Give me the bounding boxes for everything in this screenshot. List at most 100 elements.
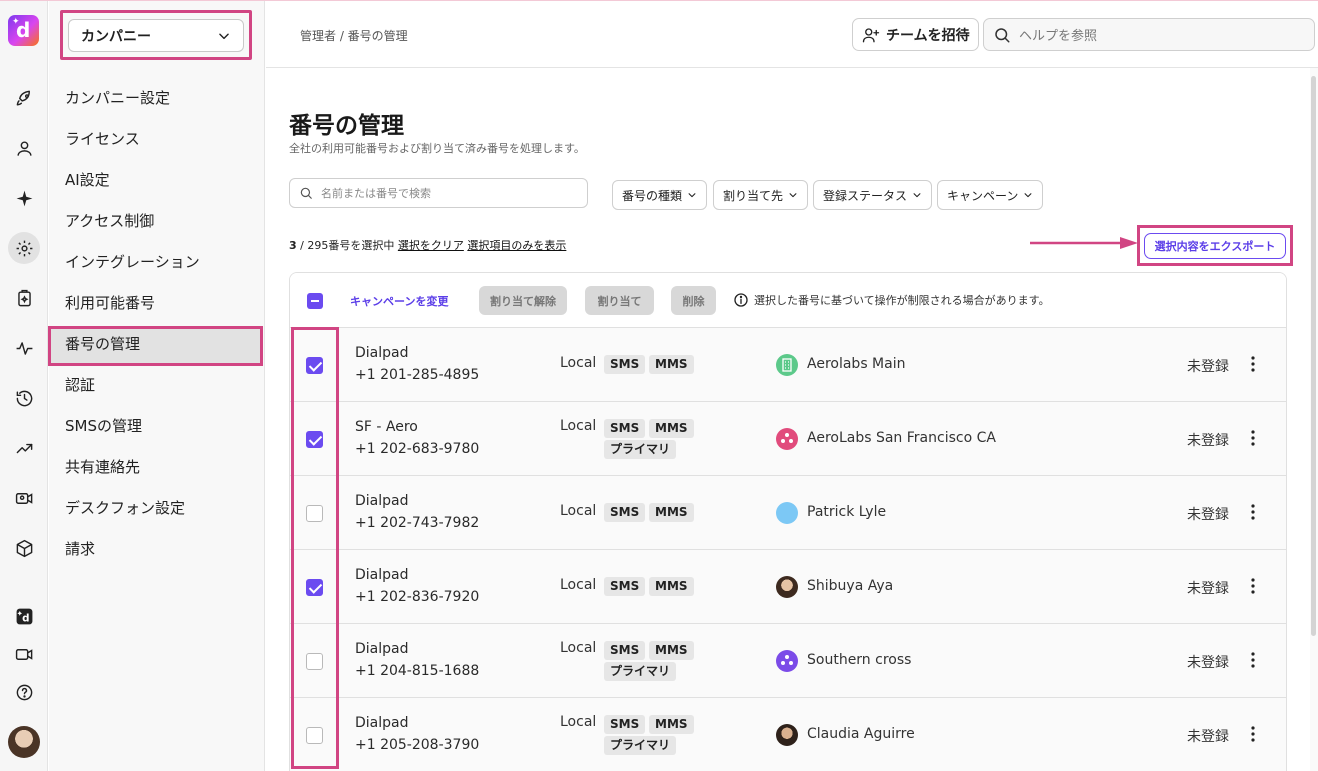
more-vertical-icon[interactable]: [1245, 429, 1261, 447]
dialpad-app-icon[interactable]: d: [8, 600, 40, 632]
more-vertical-icon[interactable]: [1245, 725, 1261, 743]
sidebar-item-authentication[interactable]: 認証: [65, 374, 95, 396]
sidebar-item-company-settings[interactable]: カンパニー設定: [65, 87, 170, 109]
mms-badge: MMS: [649, 577, 694, 596]
dialpad-logo-icon[interactable]: ✦ d: [8, 15, 39, 46]
history-icon[interactable]: [8, 382, 40, 414]
invite-team-button[interactable]: チームを招待: [852, 18, 979, 51]
number-search-input[interactable]: 名前または番号で検索: [289, 178, 588, 208]
primary-badge: プライマリ: [604, 736, 677, 755]
row-type: Local: [560, 418, 597, 434]
avatar[interactable]: [8, 726, 40, 758]
video-camera-icon[interactable]: [8, 638, 40, 670]
row-assignee[interactable]: Aerolabs Main: [807, 356, 905, 372]
row-number: +1 201-285-4895: [355, 367, 480, 383]
row-status: 未登録: [1187, 655, 1229, 671]
row-name: Dialpad: [355, 493, 409, 509]
export-selected-button[interactable]: 選択内容をエクスポート: [1144, 233, 1286, 259]
filter-number-type[interactable]: 番号の種類: [612, 180, 708, 210]
unassign-button[interactable]: 割り当て解除: [479, 286, 567, 315]
select-all-checkbox[interactable]: [307, 293, 323, 309]
clipboard-sparkle-icon[interactable]: [8, 282, 40, 314]
row-name: Dialpad: [355, 641, 409, 657]
row-checkbox[interactable]: [306, 727, 323, 744]
sidebar-item-access-control[interactable]: アクセス制御: [65, 210, 154, 232]
row-checkbox[interactable]: [306, 505, 323, 522]
help-search-placeholder: ヘルプを参照: [1019, 29, 1098, 44]
table-row[interactable]: Dialpad +1 202-743-7982 Local SMS MMS Pa…: [290, 476, 1286, 550]
sparkle-icon[interactable]: [8, 182, 40, 214]
assign-button[interactable]: 割り当て: [585, 286, 654, 315]
sms-badge: SMS: [604, 503, 646, 522]
help-circle-icon[interactable]: [8, 676, 40, 708]
mms-badge: MMS: [649, 641, 694, 660]
filter-assignee[interactable]: 割り当て先: [713, 180, 809, 210]
row-checkbox[interactable]: [306, 431, 323, 448]
scrollbar-thumb[interactable]: [1311, 76, 1316, 636]
row-assignee[interactable]: Southern cross: [807, 652, 911, 668]
sidebar-item-integrations[interactable]: インテグレーション: [65, 251, 200, 273]
sidebar-item-deskphone-settings[interactable]: デスクフォン設定: [65, 497, 185, 519]
row-type: Local: [560, 714, 597, 730]
gear-icon[interactable]: [8, 232, 40, 264]
filter-campaign-label: キャンペーン: [947, 188, 1019, 203]
sidebar-item-available-numbers[interactable]: 利用可能番号: [65, 292, 155, 314]
user-avatar: [776, 724, 798, 746]
row-type: Local: [560, 355, 597, 371]
invite-team-label: チームを招待: [886, 27, 970, 44]
number-search-placeholder: 名前または番号で検索: [321, 187, 431, 200]
chevron-down-icon: [1024, 193, 1032, 198]
cube-icon[interactable]: [8, 532, 40, 564]
row-checkbox[interactable]: [306, 653, 323, 670]
company-select[interactable]: カンパニー: [68, 19, 244, 52]
user-icon[interactable]: [8, 132, 40, 164]
more-vertical-icon[interactable]: [1245, 651, 1261, 669]
table-row[interactable]: SF - Aero +1 202-683-9780 Local SMS MMS …: [290, 402, 1286, 476]
group-avatar-icon: [776, 428, 798, 450]
row-assignee[interactable]: AeroLabs San Francisco CA: [807, 430, 996, 446]
clear-selection-link[interactable]: 選択をクリア: [398, 239, 464, 252]
more-vertical-icon[interactable]: [1245, 503, 1261, 521]
user-plus-icon: [862, 27, 880, 42]
sidebar-item-licenses[interactable]: ライセンス: [65, 128, 140, 150]
numbers-table: キャンペーンを変更 割り当て解除 割り当て 削除 選択した番号に基づいて操作が制…: [289, 272, 1287, 771]
sidebar-item-number-management[interactable]: 番号の管理: [65, 333, 140, 355]
sidebar-item-ai-settings[interactable]: AI設定: [65, 169, 110, 191]
change-campaign-button[interactable]: キャンペーンを変更: [350, 293, 448, 309]
sidebar-item-shared-contacts[interactable]: 共有連絡先: [65, 456, 140, 478]
table-row[interactable]: Dialpad +1 205-208-3790 Local SMS MMS プラ…: [290, 698, 1286, 771]
primary-badge: プライマリ: [604, 662, 677, 681]
company-select-label: カンパニー: [81, 28, 151, 45]
sidebar: カンパニー カンパニー設定 ライセンス AI設定 アクセス制御 インテグレーショ…: [48, 1, 265, 771]
mms-badge: MMS: [649, 355, 694, 374]
row-type: Local: [560, 640, 597, 656]
delete-button[interactable]: 削除: [671, 286, 716, 315]
search-icon: [995, 27, 1010, 42]
sidebar-item-sms-management[interactable]: SMSの管理: [65, 415, 142, 437]
chevron-down-icon: [913, 193, 921, 198]
row-assignee[interactable]: Patrick Lyle: [807, 504, 886, 520]
chevron-down-icon: [688, 193, 696, 198]
info-icon: [734, 293, 748, 307]
trending-up-icon[interactable]: [8, 432, 40, 464]
row-checkbox[interactable]: [306, 357, 323, 374]
more-vertical-icon[interactable]: [1245, 577, 1261, 595]
row-checkbox[interactable]: [306, 579, 323, 596]
video-person-icon[interactable]: [8, 482, 40, 514]
table-row[interactable]: Dialpad +1 204-815-1688 Local SMS MMS プラ…: [290, 624, 1286, 698]
icon-rail: ✦ d d: [0, 1, 48, 771]
show-selected-only-link[interactable]: 選択項目のみを表示: [467, 239, 566, 252]
more-vertical-icon[interactable]: [1245, 355, 1261, 373]
help-search-input[interactable]: ヘルプを参照: [983, 18, 1315, 51]
table-row[interactable]: Dialpad +1 201-285-4895 Local SMS MMS Ae…: [290, 328, 1286, 402]
rocket-icon[interactable]: [8, 82, 40, 114]
filter-campaign[interactable]: キャンペーン: [937, 180, 1044, 210]
activity-icon[interactable]: [8, 332, 40, 364]
sidebar-item-billing[interactable]: 請求: [65, 538, 95, 560]
row-number: +1 202-683-9780: [355, 441, 480, 457]
table-row[interactable]: Dialpad +1 202-836-7920 Local SMS MMS Sh…: [290, 550, 1286, 624]
row-assignee[interactable]: Shibuya Aya: [807, 578, 893, 594]
row-status: 未登録: [1187, 729, 1229, 745]
filter-registration-status[interactable]: 登録ステータス: [813, 180, 933, 210]
row-assignee[interactable]: Claudia Aguirre: [807, 726, 915, 742]
